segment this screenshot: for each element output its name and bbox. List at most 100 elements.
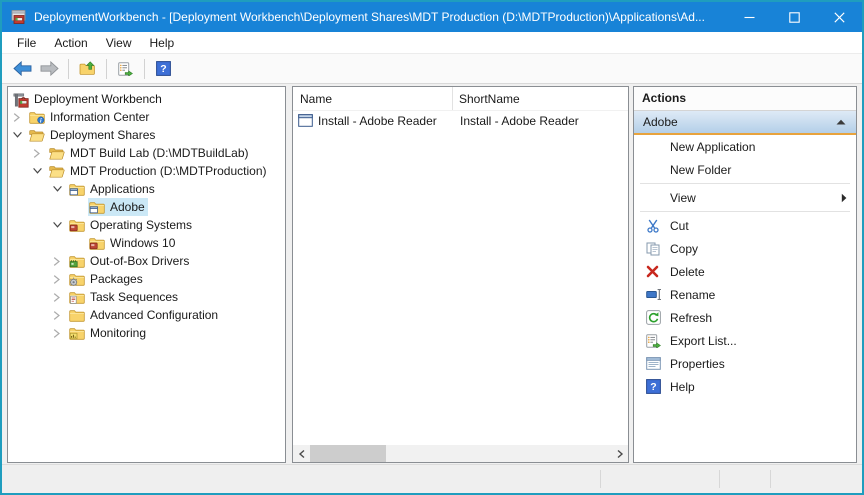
tree-item-adobe[interactable]: Adobe	[8, 198, 285, 216]
action-label: Delete	[670, 265, 705, 279]
tree-item-label: Packages	[90, 270, 143, 288]
tree-item-monitoring[interactable]: Monitoring	[8, 324, 285, 342]
folder-driver-icon	[69, 255, 85, 268]
column-header-shortname[interactable]: ShortName	[453, 87, 628, 110]
chevron-collapsed-icon[interactable]	[52, 328, 64, 339]
menu-file[interactable]: File	[8, 34, 45, 52]
folder-package-icon	[69, 273, 85, 286]
export-list-icon	[646, 334, 661, 348]
action-copy[interactable]: Copy	[634, 237, 856, 260]
copy-icon	[646, 242, 660, 256]
tree-item-label: Deployment Workbench	[34, 90, 162, 108]
chevron-expanded-icon[interactable]	[32, 166, 44, 175]
menu-action[interactable]: Action	[45, 34, 96, 52]
tree-item-advanced-configuration[interactable]: Advanced Configuration	[8, 306, 285, 324]
tree-item-label: Windows 10	[110, 234, 175, 252]
menu-view[interactable]: View	[97, 34, 141, 52]
action-export-list[interactable]: Export List...	[634, 329, 856, 352]
tree-item-out-of-box-drivers[interactable]: Out-of-Box Drivers	[8, 252, 285, 270]
results-pane: Name ShortName Install - Adobe ReaderIns…	[292, 86, 629, 463]
actions-list: New ApplicationNew Folder View Cut Copy Dele…	[634, 135, 856, 398]
chevron-expanded-icon[interactable]	[12, 130, 24, 139]
forward-arrow-icon	[40, 61, 59, 76]
tree-item-task-sequences[interactable]: Task Sequences	[8, 288, 285, 306]
console-tree-pane: Deployment WorkbenchiInformation CenterD…	[7, 86, 286, 463]
mmc-console-icon	[11, 9, 27, 25]
scroll-left-button[interactable]	[293, 445, 310, 462]
chevron-expanded-icon[interactable]	[52, 184, 64, 193]
minimize-icon	[744, 12, 755, 23]
window-controls	[727, 2, 862, 32]
status-bar-divider	[600, 470, 601, 488]
folder-os-icon	[69, 219, 85, 232]
toolbar-forward-button[interactable]	[36, 56, 63, 82]
tree-item-windows-10[interactable]: Windows 10	[8, 234, 285, 252]
tree-item-label: MDT Production (D:\MDTProduction)	[70, 162, 267, 180]
chevron-collapsed-icon[interactable]	[52, 310, 64, 321]
action-delete[interactable]: Delete	[634, 260, 856, 283]
action-new-application[interactable]: New Application	[634, 135, 856, 158]
refresh-icon	[646, 310, 661, 325]
action-label: Copy	[670, 242, 698, 256]
tree-item-label: Task Sequences	[90, 288, 178, 306]
horizontal-scrollbar[interactable]	[293, 445, 628, 462]
chevron-collapsed-icon[interactable]	[52, 256, 64, 267]
actions-group-header-adobe[interactable]: Adobe	[634, 111, 856, 135]
folder-open-icon	[49, 147, 65, 160]
menu-help[interactable]: Help	[141, 34, 184, 52]
tree-item-label: Monitoring	[90, 324, 146, 342]
tree-item-deployment-shares[interactable]: Deployment Shares	[8, 126, 285, 144]
tree-item-mdt-production-d-mdtproduction[interactable]: MDT Production (D:\MDTProduction)	[8, 162, 285, 180]
action-new-folder[interactable]: New Folder	[634, 158, 856, 181]
toolbar-export-list-button[interactable]	[112, 56, 139, 82]
chevron-expanded-icon[interactable]	[52, 220, 64, 229]
submenu-arrow-icon	[841, 193, 847, 203]
status-bar-divider	[770, 470, 771, 488]
tree-item-operating-systems[interactable]: Operating Systems	[8, 216, 285, 234]
list-cell-name: Install - Adobe Reader	[318, 114, 437, 128]
maximize-button[interactable]	[772, 2, 817, 32]
folder-info-icon: i	[29, 111, 45, 124]
action-help[interactable]: ?Help	[634, 375, 856, 398]
toolbar-up-one-level-button[interactable]	[74, 56, 101, 82]
tree-item-label: Advanced Configuration	[90, 306, 218, 324]
chevron-collapsed-icon[interactable]	[12, 112, 24, 123]
toolbar-back-button[interactable]	[9, 56, 36, 82]
action-rename[interactable]: Rename	[634, 283, 856, 306]
tree-item-mdt-build-lab-d-mdtbuildlab[interactable]: MDT Build Lab (D:\MDTBuildLab)	[8, 144, 285, 162]
tree-item-applications[interactable]: Applications	[8, 180, 285, 198]
application-window-icon	[298, 114, 313, 127]
menu-bar: FileActionViewHelp	[2, 32, 862, 53]
chevron-collapsed-icon[interactable]	[52, 274, 64, 285]
action-view[interactable]: View	[634, 186, 856, 209]
svg-text:i: i	[40, 117, 42, 124]
folder-open-icon	[49, 165, 65, 178]
cut-icon	[646, 219, 660, 233]
action-properties[interactable]: Properties	[634, 352, 856, 375]
close-button[interactable]	[817, 2, 862, 32]
chevron-collapsed-icon[interactable]	[32, 148, 44, 159]
collapse-group-icon[interactable]	[836, 119, 846, 125]
tree-item-deployment-workbench[interactable]: Deployment Workbench	[8, 90, 285, 108]
action-cut[interactable]: Cut	[634, 214, 856, 237]
svg-text:?: ?	[160, 63, 166, 75]
column-header-name[interactable]: Name	[293, 87, 453, 110]
minimize-button[interactable]	[727, 2, 772, 32]
list-row-install-adobe-reader[interactable]: Install - Adobe Reader Install - Adobe Re…	[293, 111, 628, 130]
action-label: Cut	[670, 219, 689, 233]
action-label: Help	[670, 380, 695, 394]
action-refresh[interactable]: Refresh	[634, 306, 856, 329]
tree-item-packages[interactable]: Packages	[8, 270, 285, 288]
chevron-collapsed-icon[interactable]	[52, 292, 64, 303]
list-cell-shortname: Install - Adobe Reader	[453, 114, 579, 128]
actions-group-label: Adobe	[643, 115, 678, 129]
scroll-right-button[interactable]	[611, 445, 628, 462]
delete-icon	[646, 265, 659, 278]
titlebar: DeploymentWorkbench - [Deployment Workbe…	[2, 2, 862, 32]
tree-item-information-center[interactable]: iInformation Center	[8, 108, 285, 126]
scrollbar-thumb[interactable]	[310, 445, 386, 462]
help-icon: ?	[156, 61, 171, 76]
tree-item-label: Adobe	[110, 198, 145, 216]
toolbar-help-button[interactable]: ?	[150, 56, 177, 82]
rename-icon	[646, 288, 662, 301]
